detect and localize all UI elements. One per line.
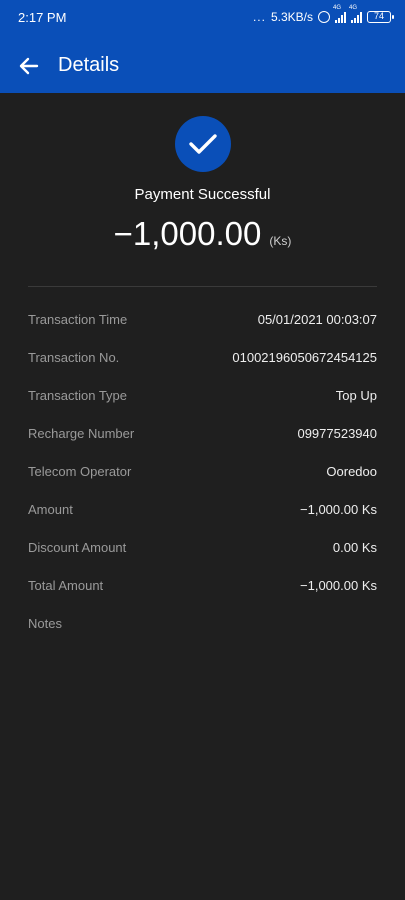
status-icons: ... 5.3KB/s 4G 4G 74 xyxy=(252,5,394,25)
detail-value: −1,000.00 Ks xyxy=(300,501,377,517)
detail-value: Top Up xyxy=(335,387,377,403)
detail-label: Recharge Number xyxy=(28,425,135,441)
detail-row-recharge-number: Recharge Number 09977523940 xyxy=(28,414,377,452)
page-title: Details xyxy=(58,54,120,76)
alarm-icon xyxy=(318,11,330,23)
status-bar: 2:17 PM ... 5.3KB/s 4G 4G 74 xyxy=(0,0,405,34)
detail-row-transaction-type: Transaction Type Top Up xyxy=(28,376,377,414)
signal-icon-sim1: 4G xyxy=(333,5,346,23)
detail-label: Transaction No. xyxy=(28,349,120,365)
divider xyxy=(28,286,377,287)
detail-label: Notes xyxy=(28,615,62,631)
detail-label: Amount xyxy=(28,501,73,517)
detail-label: Telecom Operator xyxy=(28,463,132,479)
detail-label: Total Amount xyxy=(28,577,104,593)
battery-icon: 74 xyxy=(367,11,394,23)
detail-value: 0.00 Ks xyxy=(332,539,377,555)
sim2-network-label: 4G xyxy=(349,5,358,11)
payment-amount: −1,000.00 xyxy=(113,215,262,252)
payment-status-text: Payment Successful xyxy=(134,186,271,203)
detail-value: −1,000.00 Ks xyxy=(300,577,377,593)
detail-value: Ooredoo xyxy=(326,463,377,479)
detail-row-transaction-no: Transaction No. 01002196050672454125 xyxy=(28,338,377,376)
detail-row-amount: Amount −1,000.00 Ks xyxy=(28,490,377,528)
payment-currency: (Ks) xyxy=(269,234,292,248)
detail-value: 09977523940 xyxy=(297,425,377,441)
detail-label: Transaction Type xyxy=(28,387,127,403)
detail-row-transaction-time: Transaction Time 05/01/2021 00:03:07 xyxy=(28,300,377,338)
detail-row-discount-amount: Discount Amount 0.00 Ks xyxy=(28,528,377,566)
transaction-details: Transaction Time 05/01/2021 00:03:07 Tra… xyxy=(28,300,377,642)
detail-row-telecom-operator: Telecom Operator Ooredoo xyxy=(28,452,377,490)
success-check-icon xyxy=(174,116,231,172)
detail-row-notes: Notes xyxy=(28,604,377,642)
arrow-left-icon xyxy=(19,57,39,75)
status-time: 2:17 PM xyxy=(18,10,67,25)
back-button[interactable] xyxy=(14,52,44,80)
detail-row-total-amount: Total Amount −1,000.00 Ks xyxy=(28,566,377,604)
signal-icon-sim2: 4G xyxy=(349,5,362,23)
detail-label: Discount Amount xyxy=(28,539,127,555)
detail-label: Transaction Time xyxy=(28,311,128,327)
top-nav: Details xyxy=(0,44,405,88)
amount-display: −1,000.00 (Ks) xyxy=(0,215,405,253)
app-header: 2:17 PM ... 5.3KB/s 4G 4G 74 Details xyxy=(0,0,405,93)
sim1-network-label: 4G xyxy=(333,5,342,11)
detail-value: 05/01/2021 00:03:07 xyxy=(257,311,377,327)
network-speed: 5.3KB/s xyxy=(270,10,313,24)
notification-dots: ... xyxy=(252,10,266,24)
detail-value: 01002196050672454125 xyxy=(232,349,377,365)
payment-summary: Payment Successful −1,000.00 (Ks) xyxy=(0,116,405,253)
